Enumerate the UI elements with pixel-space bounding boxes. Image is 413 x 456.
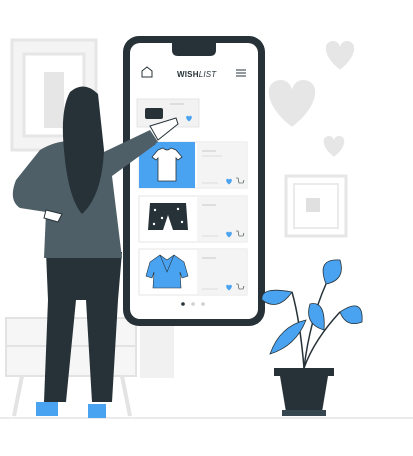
- cabinet-leg: [120, 375, 132, 417]
- smartphone: [123, 36, 265, 326]
- app-title-bold: WISH: [177, 70, 199, 79]
- cabinet-leg: [12, 375, 24, 417]
- wishlist-item-tshirt[interactable]: [138, 141, 248, 189]
- woman-shoe-left: [36, 402, 58, 416]
- heart-icon: [268, 80, 316, 127]
- plant-pot-base: [282, 410, 326, 416]
- pagination-dot[interactable]: [201, 302, 205, 306]
- stool: [140, 318, 174, 378]
- wishlist-item-shorts[interactable]: [138, 195, 248, 243]
- floating-card-thumb: [145, 108, 163, 119]
- plant-leaf: [322, 259, 342, 285]
- plant-pot-rim: [274, 368, 334, 376]
- plant-leaf: [261, 289, 293, 305]
- pagination-dot[interactable]: [191, 302, 195, 306]
- app-title-italic: LIST: [198, 70, 217, 79]
- wall-frame-left-picture: [44, 72, 64, 128]
- phone-notch: [172, 43, 216, 56]
- heart-icon: [323, 136, 345, 157]
- heart-icon: [325, 41, 355, 70]
- plant-leaf: [339, 305, 363, 325]
- wall-frame-right-picture: [306, 198, 320, 212]
- wishlist-item-blouse[interactable]: [138, 248, 248, 296]
- plant-pot: [280, 376, 328, 412]
- app-title: WISHLIST: [177, 70, 216, 79]
- pagination-dot-active[interactable]: [181, 302, 185, 306]
- potted-plant: [261, 259, 363, 416]
- woman-shoe-right: [88, 404, 106, 418]
- wishlist-illustration: [0, 36, 413, 419]
